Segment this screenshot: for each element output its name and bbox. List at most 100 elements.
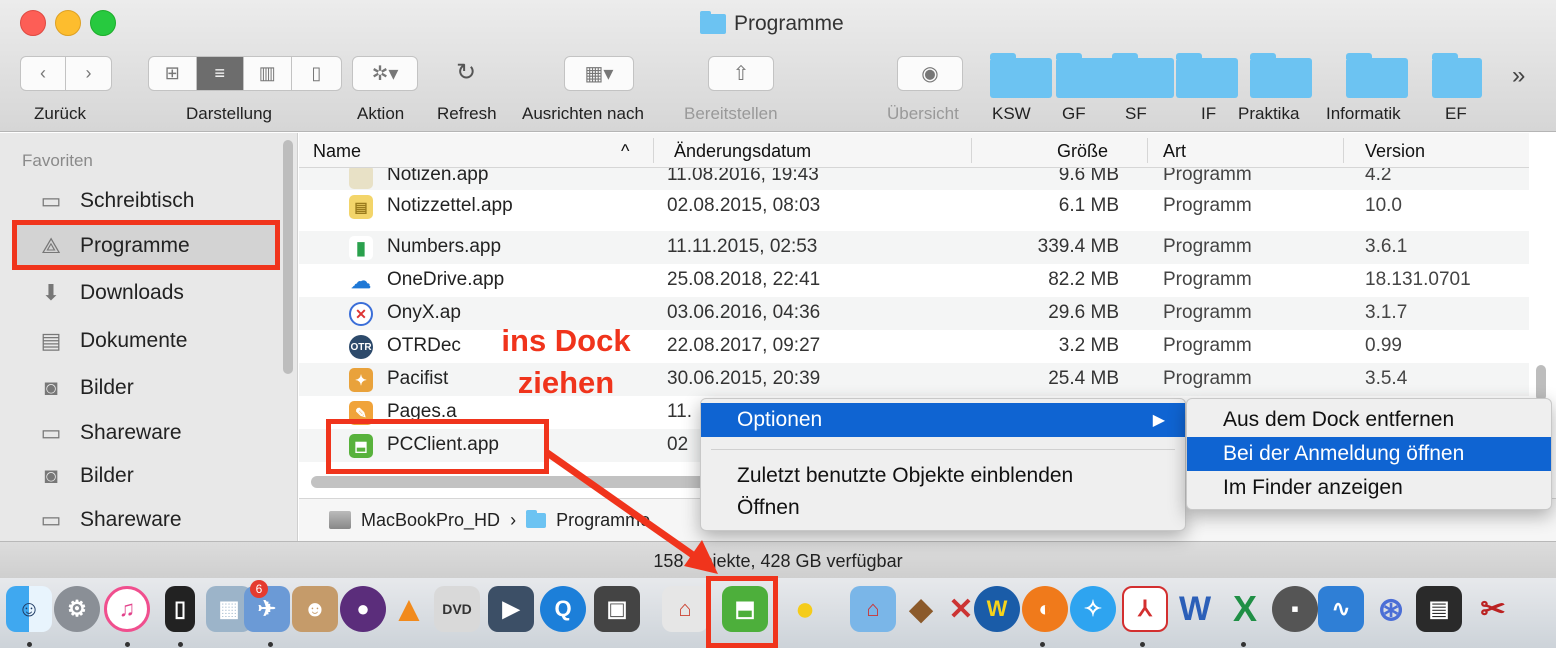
quicktime-icon[interactable]: Q — [540, 586, 586, 632]
share-icon: ⇧ — [732, 63, 750, 85]
sidebar-item-dokumente[interactable]: ▤ Dokumente — [36, 321, 188, 361]
folder-icon-sf[interactable] — [1112, 53, 1174, 98]
folder-icon-gf[interactable] — [1056, 53, 1118, 98]
list-view-icon[interactable]: ≡ — [196, 57, 245, 90]
folder-icon-informatik[interactable] — [1346, 53, 1408, 98]
column-view-icon[interactable]: ▥ — [244, 57, 292, 90]
toolbar-overflow-button[interactable]: » — [1512, 62, 1525, 90]
menu-item-open-at-login[interactable]: Bei der Anmeldung öffnen — [1187, 437, 1551, 471]
wheel-app-icon[interactable]: W — [974, 586, 1020, 632]
dvd-icon[interactable]: DVD — [434, 586, 480, 632]
file-version: 10.0 — [1365, 195, 1402, 216]
back-button[interactable]: ‹ — [21, 57, 67, 90]
file-date: 02.08.2015, 08:03 — [667, 195, 821, 216]
firefox-icon[interactable]: ◐ — [1022, 586, 1068, 632]
vlc-icon[interactable]: ▲ — [386, 586, 432, 632]
table-row[interactable]: OTR OTRDec 22.08.2017, 09:27 3.2 MB Prog… — [299, 330, 1529, 363]
column-divider[interactable] — [1343, 138, 1344, 163]
atom-app-icon[interactable]: ⊛ — [1368, 586, 1414, 632]
folder-icon-if[interactable] — [1176, 53, 1238, 98]
table-row[interactable]: Notizen.app 11.08.2016, 19:43 9.6 MB Pro… — [299, 168, 1529, 190]
path-folder[interactable]: Programme — [556, 510, 650, 531]
path-disk[interactable]: MacBookPro_HD — [361, 510, 500, 531]
action-button[interactable]: ✲▾ — [352, 56, 418, 91]
sort-ascending-icon[interactable]: ^ — [621, 141, 629, 162]
imovie-icon[interactable]: ▪ — [1272, 586, 1318, 632]
forward-button[interactable]: › — [66, 57, 111, 90]
favorite-ef-label[interactable]: EF — [1445, 104, 1467, 124]
scissors-app-icon[interactable]: ✂ — [1470, 586, 1516, 632]
column-name[interactable]: Name — [313, 141, 361, 162]
quicktime-player-icon[interactable]: ▶ — [488, 586, 534, 632]
column-date[interactable]: Änderungsdatum — [674, 141, 811, 162]
acrobat-icon[interactable]: ⅄ — [1122, 586, 1168, 632]
column-kind[interactable]: Art — [1163, 141, 1186, 162]
table-row[interactable]: ▤ Notizzettel.app 02.08.2015, 08:03 6.1 … — [299, 190, 1529, 223]
favorite-sf-label[interactable]: SF — [1125, 104, 1147, 124]
sweet-home-icon[interactable]: ⌂ — [850, 586, 896, 632]
folder-icon-praktika[interactable] — [1250, 53, 1312, 98]
sidebar-scrollbar[interactable] — [283, 140, 293, 374]
photo-booth-icon[interactable]: ▣ — [594, 586, 640, 632]
table-row[interactable]: ☁ OneDrive.app 25.08.2018, 22:41 82.2 MB… — [299, 264, 1529, 297]
finder-icon[interactable]: ☺ — [6, 586, 52, 632]
system-preferences-icon[interactable]: ⚙ — [54, 586, 100, 632]
close-window-button[interactable] — [20, 10, 46, 36]
gallery-view-icon[interactable]: ▯ — [292, 57, 341, 90]
quicklook-button[interactable]: ◉ — [897, 56, 963, 91]
contacts-icon[interactable]: ☻ — [292, 586, 338, 632]
zoom-window-button[interactable] — [90, 10, 116, 36]
menu-item-show-recent[interactable]: Zuletzt benutzte Objekte einblenden — [701, 459, 1185, 493]
menu-item-open[interactable]: Öffnen — [701, 491, 1185, 525]
refresh-button[interactable]: ↻ — [456, 58, 486, 88]
table-row[interactable]: ✕ OnyX.ap 03.06.2016, 04:36 29.6 MB Prog… — [299, 297, 1529, 330]
menu-item-show-in-finder[interactable]: Im Finder anzeigen — [1187, 471, 1551, 505]
menu-item-options[interactable]: Optionen ▶ — [701, 403, 1185, 437]
column-divider[interactable] — [653, 138, 654, 163]
excel-icon[interactable]: X — [1222, 586, 1268, 632]
list-scrollbar-vertical[interactable] — [1536, 365, 1546, 401]
favorite-praktika-label[interactable]: Praktika — [1238, 104, 1299, 124]
menu-item-remove-from-dock[interactable]: Aus dem Dock entfernen — [1187, 403, 1551, 437]
file-kind: Programm — [1163, 269, 1252, 290]
column-version[interactable]: Version — [1365, 141, 1425, 162]
icon-view-icon[interactable]: ⊞ — [149, 57, 197, 90]
safari-icon[interactable]: ✧ — [1070, 586, 1116, 632]
sidebar-item-schreibtisch[interactable]: ▭ Schreibtisch — [36, 181, 195, 221]
share-button[interactable]: ⇧ — [708, 56, 774, 91]
sidebar-item-shareware[interactable]: ▭ Shareware — [36, 413, 182, 453]
final-cut-icon[interactable]: ▤ — [1416, 586, 1462, 632]
running-indicator — [268, 642, 273, 647]
cyberduck-icon[interactable]: ● — [782, 586, 828, 632]
sidebar-item-bilder-2[interactable]: ◙ Bilder — [36, 456, 134, 496]
file-date: 11.11.2015, 02:53 — [667, 236, 818, 257]
file-date: 03.06.2016, 04:36 — [667, 302, 821, 323]
favorite-ksw-label[interactable]: KSW — [992, 104, 1031, 124]
sidebar-item-label: Bilder — [80, 376, 134, 399]
onedrive-cloud-icon: ☁ — [349, 269, 373, 293]
table-row[interactable]: ✦ Pacifist 30.06.2015, 20:39 25.4 MB Pro… — [299, 363, 1529, 396]
activity-monitor-icon[interactable]: ∿ — [1318, 586, 1364, 632]
sidebar-item-downloads[interactable]: ⬇ Downloads — [36, 273, 184, 313]
sidebar-item-shareware-2[interactable]: ▭ Shareware — [36, 500, 182, 540]
folder-icon-ksw[interactable] — [990, 53, 1052, 98]
word-icon[interactable]: W — [1172, 586, 1218, 632]
home-app-icon[interactable]: ⌂ — [662, 586, 708, 632]
folder-icon-ef[interactable] — [1432, 53, 1482, 98]
annotation-box-programme — [12, 220, 280, 270]
column-size[interactable]: Größe — [1057, 141, 1108, 162]
file-version: 18.131.0701 — [1365, 269, 1471, 290]
minimize-window-button[interactable] — [55, 10, 81, 36]
column-divider[interactable] — [1147, 138, 1148, 163]
arrange-button[interactable]: ▦▾ — [564, 56, 634, 91]
table-row[interactable]: ▮ Numbers.app 11.11.2015, 02:53 339.4 MB… — [299, 231, 1529, 264]
sidebar-item-label: Bilder — [80, 464, 134, 487]
column-divider[interactable] — [971, 138, 972, 163]
sidebar-item-bilder[interactable]: ◙ Bilder — [36, 368, 134, 408]
dvd-player-icon[interactable]: ● — [340, 586, 386, 632]
favorite-gf-label[interactable]: GF — [1062, 104, 1086, 124]
favorite-if-label[interactable]: IF — [1201, 104, 1216, 124]
itunes-icon[interactable]: ♫ — [104, 586, 150, 632]
phone-icon[interactable]: ▯ — [165, 586, 195, 632]
favorite-informatik-label[interactable]: Informatik — [1326, 104, 1401, 124]
